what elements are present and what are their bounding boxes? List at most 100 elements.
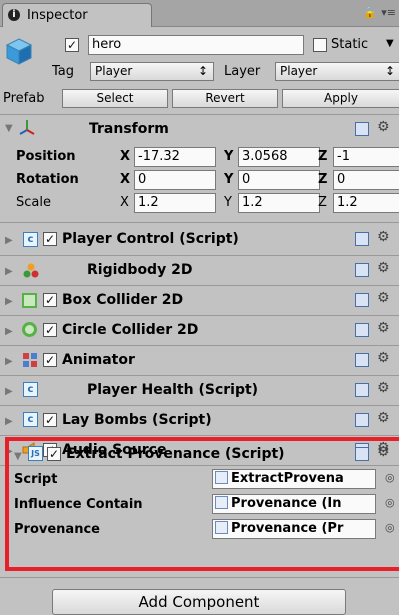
component-title: Lay Bombs (Script) [62, 412, 212, 428]
help-book-icon[interactable] [355, 323, 369, 337]
prefab-apply-button[interactable]: Apply [282, 89, 399, 108]
rotation-label: Rotation [16, 172, 79, 187]
object-picker-icon[interactable]: ◎ [385, 521, 395, 534]
foldout-closed-icon[interactable]: ▶ [5, 386, 13, 397]
foldout-closed-icon[interactable]: ▶ [5, 296, 13, 307]
axis-x-label: X [120, 149, 131, 164]
foldout-closed-icon[interactable]: ▶ [5, 326, 13, 337]
foldout-open-icon[interactable]: ▼ [5, 123, 13, 134]
transform-title: Transform [89, 121, 169, 137]
component-title: Box Collider 2D [62, 292, 184, 308]
prefab-select-button[interactable]: Select [62, 89, 168, 108]
provenance-field[interactable]: Provenance (Pr [212, 519, 376, 539]
influence-field[interactable]: Provenance (In [212, 494, 376, 514]
prefab-revert-button[interactable]: Revert [172, 89, 278, 108]
component-enabled-checkbox[interactable]: ✓ [47, 447, 61, 461]
foldout-closed-icon[interactable]: ▶ [5, 416, 13, 427]
gear-icon[interactable]: ⚙ [377, 290, 390, 306]
help-book-icon[interactable] [355, 263, 369, 277]
divider [0, 577, 399, 578]
transform-icon [18, 118, 36, 136]
component-title: Player Control (Script) [62, 231, 239, 247]
object-picker-icon[interactable]: ◎ [385, 496, 395, 509]
axis-x-label: X [120, 195, 129, 210]
layer-label: Layer [224, 64, 261, 79]
foldout-closed-icon[interactable]: ▶ [5, 446, 13, 457]
gear-icon[interactable]: ⚙ [377, 119, 390, 135]
influence-field-label: Influence Contain [14, 497, 143, 512]
tag-dropdown[interactable]: Player ↕ [90, 62, 214, 81]
scale-x-field[interactable]: 1.2 [134, 193, 216, 213]
axis-z-label: Z [318, 172, 328, 187]
static-dropdown-icon[interactable]: ▼ [386, 38, 394, 49]
help-book-icon[interactable] [355, 353, 369, 367]
active-checkbox[interactable]: ✓ [65, 38, 79, 52]
static-label: Static [331, 37, 369, 52]
foldout-closed-icon[interactable]: ▶ [5, 235, 13, 246]
rigidbody-icon [22, 262, 40, 280]
object-name-input[interactable]: hero [88, 35, 304, 55]
component-enabled-checkbox[interactable]: ✓ [43, 413, 57, 427]
foldout-open-icon[interactable]: ▼ [14, 451, 22, 462]
axis-y-label: Y [224, 149, 234, 164]
scale-z-field[interactable]: 1.2 [333, 193, 399, 213]
position-y-field[interactable]: 3.0568 [238, 147, 320, 167]
gear-icon[interactable]: ⚙ [377, 350, 390, 366]
component-enabled-checkbox[interactable]: ✓ [43, 232, 57, 246]
help-book-icon[interactable] [355, 447, 369, 461]
script-icon: c [23, 412, 38, 427]
help-book-icon[interactable] [355, 383, 369, 397]
divider [0, 405, 399, 406]
gear-icon[interactable]: ⚙ [377, 320, 390, 336]
tab-menu-icon[interactable]: ▾≡ [381, 6, 396, 19]
info-icon: i [8, 9, 20, 21]
help-book-icon[interactable] [355, 413, 369, 427]
divider [0, 435, 399, 436]
divider [0, 285, 399, 286]
provenance-field-value: Provenance (Pr [231, 521, 344, 536]
add-component-button[interactable]: Add Component [52, 589, 346, 615]
tab-bar: i Inspector 🔒 ▾≡ [0, 0, 399, 27]
component-title: Rigidbody 2D [87, 262, 193, 278]
script-field[interactable]: ExtractProvena [212, 469, 376, 489]
foldout-closed-icon[interactable]: ▶ [5, 356, 13, 367]
position-x-field[interactable]: -17.32 [134, 147, 216, 167]
gear-icon[interactable]: ⚙ [377, 444, 390, 460]
axis-z-label: Z [318, 149, 328, 164]
help-book-icon[interactable] [355, 122, 369, 136]
position-label: Position [16, 149, 76, 164]
foldout-closed-icon[interactable]: ▶ [5, 266, 13, 277]
help-book-icon[interactable] [355, 232, 369, 246]
axis-x-label: X [120, 172, 131, 187]
script-js-icon: JS [28, 446, 43, 461]
tag-label: Tag [52, 64, 75, 79]
component-enabled-checkbox[interactable]: ✓ [43, 353, 57, 367]
gear-icon[interactable]: ⚙ [377, 229, 390, 245]
component-title: Animator [62, 352, 135, 368]
help-book-icon[interactable] [355, 293, 369, 307]
gear-icon[interactable]: ⚙ [377, 410, 390, 426]
layer-dropdown[interactable]: Player ↕ [275, 62, 399, 81]
component-enabled-checkbox[interactable]: ✓ [43, 323, 57, 337]
scale-label: Scale [16, 195, 51, 210]
rotation-z-field[interactable]: 0 [333, 170, 399, 190]
rotation-x-field[interactable]: 0 [134, 170, 216, 190]
gear-icon[interactable]: ⚙ [377, 260, 390, 276]
script-icon: c [23, 232, 38, 247]
position-z-field[interactable]: -1 [333, 147, 399, 167]
scale-y-field[interactable]: 1.2 [238, 193, 320, 213]
script-icon: c [23, 382, 38, 397]
rotation-y-field[interactable]: 0 [238, 170, 320, 190]
component-title: Player Health (Script) [87, 382, 259, 398]
object-picker-icon[interactable]: ◎ [385, 471, 395, 484]
lock-icon[interactable]: 🔒 [363, 6, 377, 19]
tab-inspector[interactable]: i Inspector [2, 3, 152, 27]
axis-y-label: Y [224, 172, 234, 187]
static-checkbox[interactable] [313, 38, 327, 52]
layer-value: Player [280, 64, 318, 78]
box-collider-icon [22, 293, 37, 308]
influence-field-value: Provenance (In [231, 496, 342, 511]
gear-icon[interactable]: ⚙ [377, 380, 390, 396]
object-icon [215, 521, 228, 534]
component-enabled-checkbox[interactable]: ✓ [43, 293, 57, 307]
